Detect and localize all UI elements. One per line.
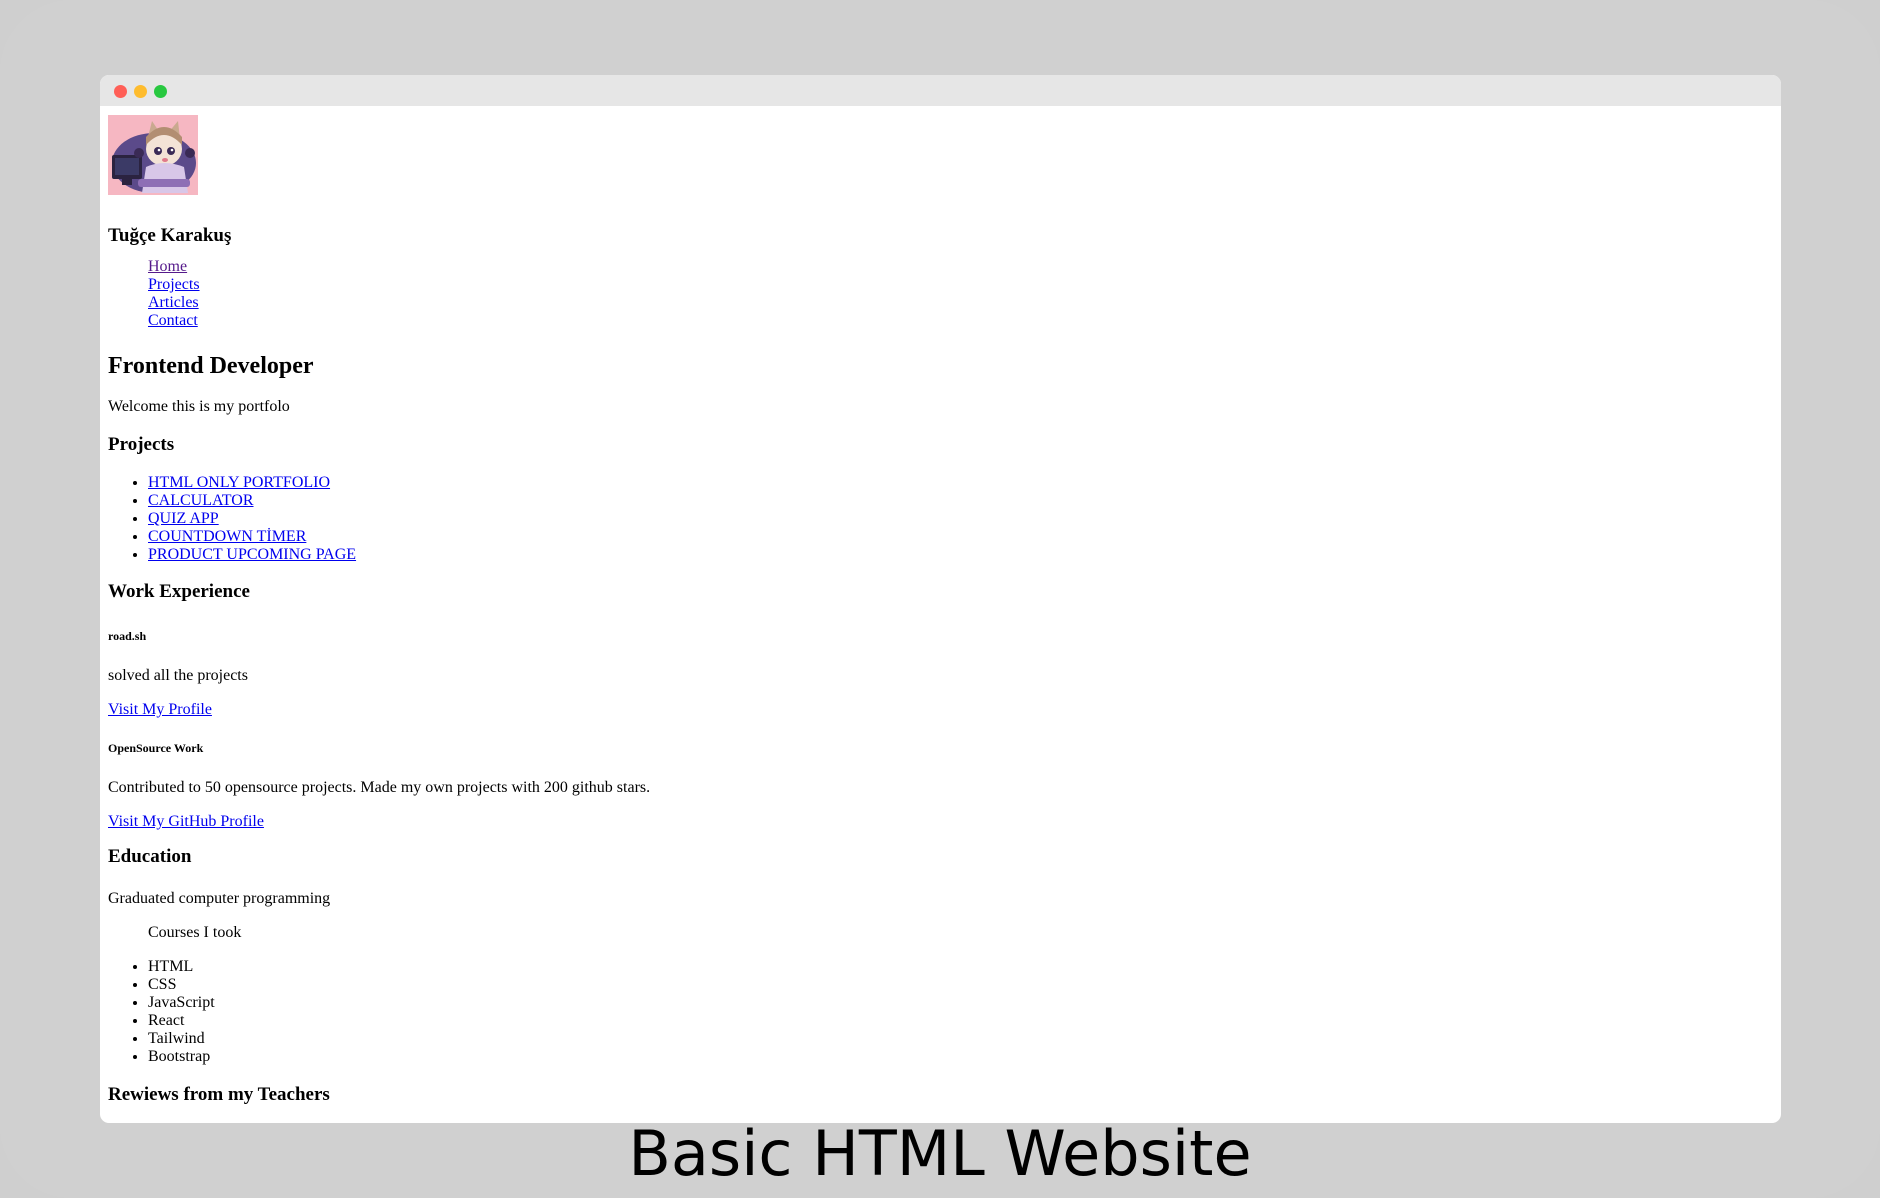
- course-item: Bootstrap: [148, 1048, 215, 1066]
- project-link-calculator[interactable]: CALCULATOR: [148, 492, 254, 509]
- page-content: Tuğçe Karakuş Home Projects Articles Con…: [108, 115, 1768, 1115]
- nav-link-articles[interactable]: Articles: [148, 294, 199, 311]
- education-heading: Education: [108, 846, 192, 867]
- roadmap-heading: road.sh: [108, 629, 147, 643]
- outer-frame: Tuğçe Karakuş Home Projects Articles Con…: [0, 0, 1880, 1198]
- course-item: HTML: [148, 958, 215, 976]
- minimize-window-icon[interactable]: [134, 85, 147, 98]
- role-heading: Frontend Developer: [108, 353, 314, 379]
- nav-item-contact: Contact: [148, 312, 200, 330]
- caption-title: Basic HTML Website: [628, 1117, 1252, 1190]
- courses-label: Courses I took: [148, 924, 242, 941]
- nav-item-articles: Articles: [148, 294, 200, 312]
- main-nav: Home Projects Articles Contact: [148, 258, 200, 330]
- site-owner-name: Tuğçe Karakuş: [108, 225, 232, 246]
- maximize-window-icon[interactable]: [154, 85, 167, 98]
- avatar: [108, 115, 198, 195]
- roadmap-text: solved all the projects: [108, 667, 248, 684]
- project-item: HTML ONLY PORTFOLIO: [148, 474, 356, 492]
- visit-profile-link[interactable]: Visit My Profile: [108, 701, 212, 719]
- visit-github-link[interactable]: Visit My GitHub Profile: [108, 813, 264, 831]
- projects-heading: Projects: [108, 434, 175, 455]
- work-experience-heading: Work Experience: [108, 581, 250, 602]
- course-item: React: [148, 1012, 215, 1030]
- welcome-text: Welcome this is my portfolo: [108, 398, 290, 415]
- project-item: QUIZ APP: [148, 510, 356, 528]
- project-item: CALCULATOR: [148, 492, 356, 510]
- opensource-text: Contributed to 50 opensource projects. M…: [108, 779, 651, 796]
- courses-list: HTML CSS JavaScript React Tailwind Boots…: [148, 958, 215, 1066]
- education-text: Graduated computer programming: [108, 890, 331, 907]
- project-link-product-upcoming[interactable]: PRODUCT UPCOMING PAGE: [148, 546, 356, 563]
- project-item: COUNTDOWN TİMER: [148, 528, 356, 546]
- project-link-quiz-app[interactable]: QUIZ APP: [148, 510, 219, 527]
- nav-item-projects: Projects: [148, 276, 200, 294]
- course-item: Tailwind: [148, 1030, 215, 1048]
- nav-item-home: Home: [148, 258, 200, 276]
- browser-window: Tuğçe Karakuş Home Projects Articles Con…: [100, 75, 1781, 1123]
- opensource-heading: OpenSource Work: [108, 741, 204, 755]
- course-item: CSS: [148, 976, 215, 994]
- nav-link-home[interactable]: Home: [148, 258, 187, 275]
- nav-link-contact[interactable]: Contact: [148, 312, 198, 329]
- nav-link-projects[interactable]: Projects: [148, 276, 200, 293]
- project-item: PRODUCT UPCOMING PAGE: [148, 546, 356, 564]
- projects-list: HTML ONLY PORTFOLIO CALCULATOR QUIZ APP …: [148, 474, 356, 564]
- project-link-countdown-timer[interactable]: COUNTDOWN TİMER: [148, 528, 306, 545]
- project-link-html-portfolio[interactable]: HTML ONLY PORTFOLIO: [148, 474, 330, 491]
- close-window-icon[interactable]: [114, 85, 127, 98]
- course-item: JavaScript: [148, 994, 215, 1012]
- window-titlebar: [100, 75, 1781, 106]
- anime-cat-girl-avatar-icon: [108, 115, 198, 195]
- reviews-heading: Rewiews from my Teachers: [108, 1084, 330, 1105]
